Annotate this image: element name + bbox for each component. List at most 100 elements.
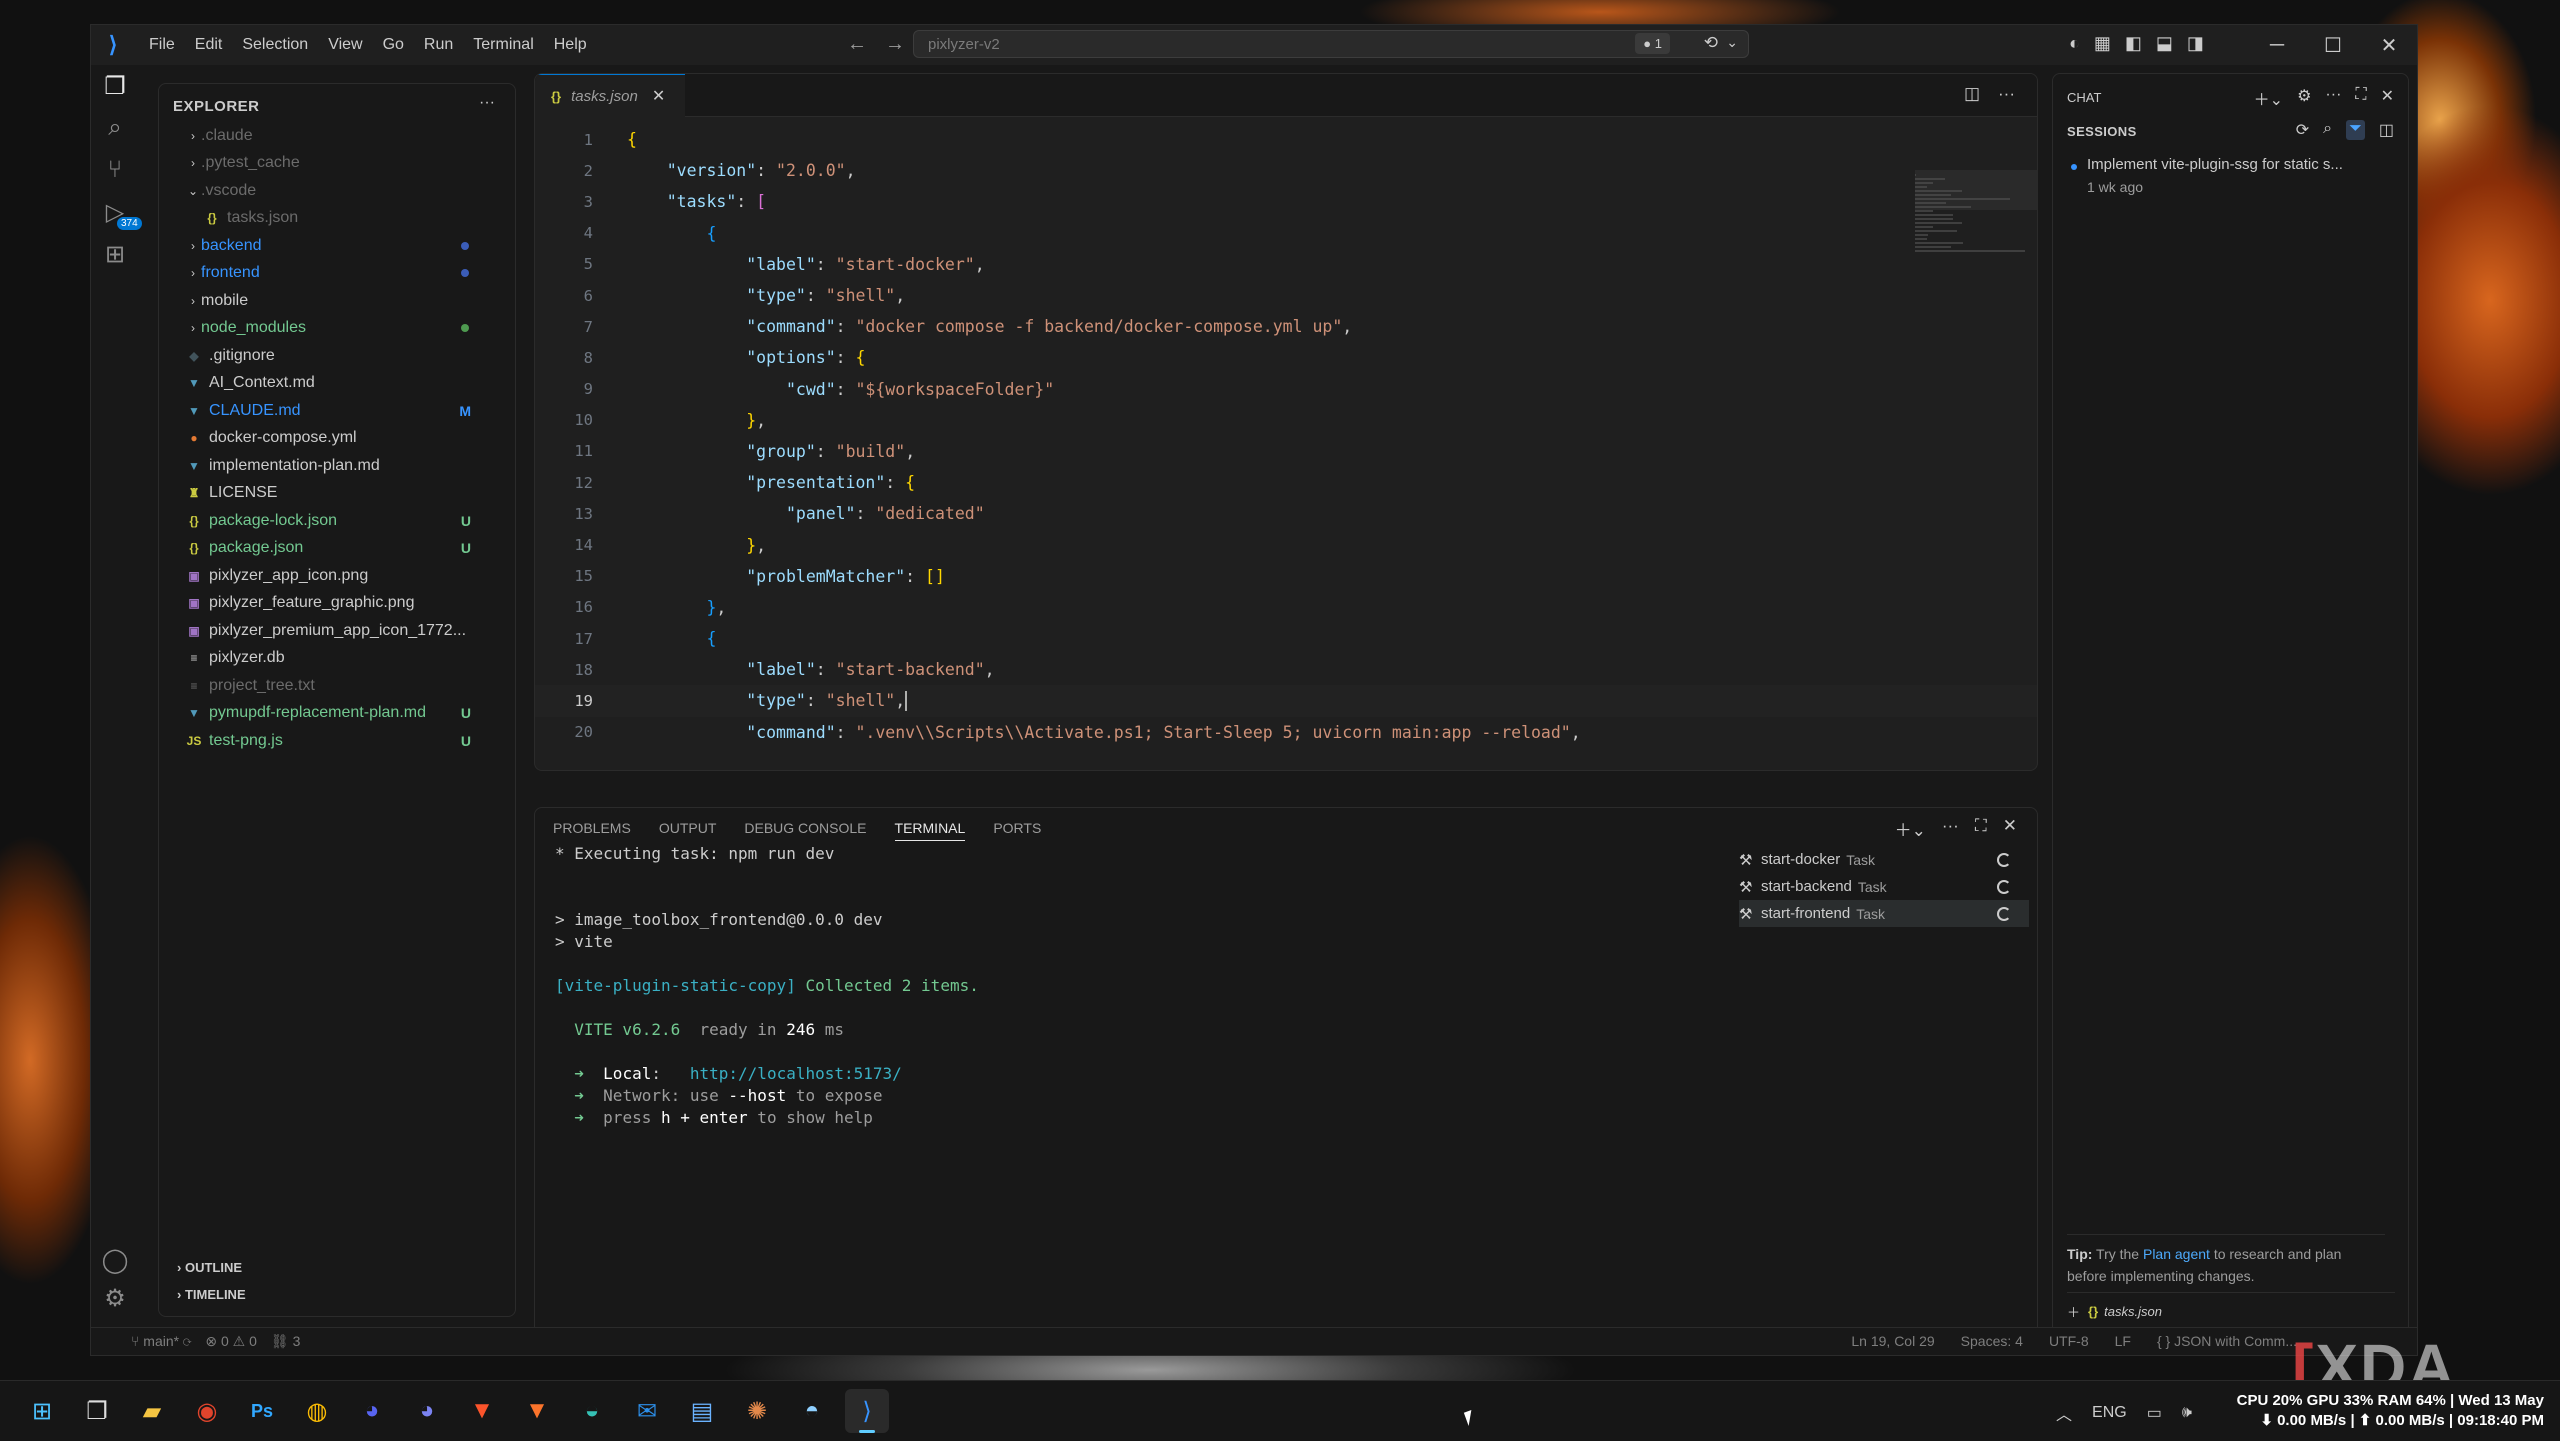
menu-item-terminal[interactable]: Terminal: [465, 32, 541, 58]
cursor-position[interactable]: Ln 19, Col 29: [1851, 1333, 1934, 1349]
file-item[interactable]: {} package-lock.json U: [159, 507, 515, 535]
vscode-taskbar-icon[interactable]: ⟩: [845, 1389, 889, 1433]
file-item[interactable]: ▣ pixlyzer_premium_app_icon_1772...: [159, 617, 515, 645]
ports-status[interactable]: ⛓ 3: [271, 1333, 300, 1350]
panel-more-icon[interactable]: ···: [1942, 816, 1959, 841]
terminal-task-item[interactable]: ⚒ start-frontend Task: [1739, 900, 2029, 927]
language-mode[interactable]: { } JSON with Comm...: [2157, 1333, 2297, 1349]
indentation[interactable]: Spaces: 4: [1961, 1333, 2023, 1349]
folder-item[interactable]: › mobile: [159, 287, 515, 315]
chrome-icon[interactable]: ◍: [295, 1389, 339, 1433]
terminal-task-item[interactable]: ⚒ start-backend Task: [1739, 873, 2029, 900]
encoding[interactable]: UTF-8: [2049, 1333, 2089, 1349]
back-arrow-icon[interactable]: ←: [847, 33, 867, 56]
code-area[interactable]: 1{2 "version": "2.0.0", 3 "tasks": [4 {5 …: [535, 124, 2037, 748]
tab-output[interactable]: OUTPUT: [659, 820, 717, 841]
tab-problems[interactable]: PROBLEMS: [553, 820, 631, 841]
folder-item[interactable]: › frontend: [159, 260, 515, 288]
system-info[interactable]: CPU 20% GPU 33% RAM 64% | Wed 13 May ⬇ 0…: [2237, 1391, 2544, 1431]
command-center-search[interactable]: pixlyzer-v2 ● 1 ⟲ ⌄: [913, 30, 1749, 58]
outlook-icon[interactable]: ✉: [625, 1389, 669, 1433]
file-item[interactable]: JS test-png.js U: [159, 727, 515, 755]
file-item[interactable]: ▼ CLAUDE.md M: [159, 397, 515, 425]
file-item[interactable]: ≡ project_tree.txt: [159, 672, 515, 700]
minimize-button[interactable]: ─: [2249, 25, 2305, 65]
browser-icon[interactable]: ◉: [185, 1389, 229, 1433]
brave-nightly-icon[interactable]: ▼: [515, 1389, 559, 1433]
tab-tasks-json[interactable]: {} tasks.json ✕: [535, 74, 685, 117]
plan-agent-link[interactable]: Plan agent: [2143, 1246, 2210, 1262]
file-item[interactable]: ◆ .gitignore: [159, 342, 515, 370]
editor-more-icon[interactable]: ···: [1998, 84, 2015, 104]
photoshop-icon[interactable]: Ps: [240, 1389, 284, 1433]
file-item[interactable]: ● docker-compose.yml: [159, 425, 515, 453]
file-item[interactable]: ▣ pixlyzer_app_icon.png: [159, 562, 515, 590]
folder-item[interactable]: › .pytest_cache: [159, 150, 515, 178]
close-tab-icon[interactable]: ✕: [652, 86, 665, 106]
edge-icon[interactable]: ◒: [570, 1389, 614, 1433]
menu-item-help[interactable]: Help: [546, 32, 595, 58]
file-item[interactable]: ▼ pymupdf-replacement-plan.md U: [159, 700, 515, 728]
file-item[interactable]: ▼ implementation-plan.md: [159, 452, 515, 480]
forward-arrow-icon[interactable]: →: [885, 33, 905, 56]
account-icon[interactable]: ◯: [91, 1239, 139, 1281]
toggle-secondary-sidebar-icon[interactable]: ◨: [2187, 33, 2204, 54]
file-item[interactable]: ♜ LICENSE: [159, 480, 515, 508]
maximize-panel-icon[interactable]: ⛶: [1975, 816, 1987, 841]
sync-icon[interactable]: ⟲: [1704, 33, 1718, 53]
claude-icon[interactable]: ✺: [735, 1389, 779, 1433]
file-item[interactable]: ▼ AI_Context.md: [159, 370, 515, 398]
menu-item-view[interactable]: View: [320, 32, 370, 58]
copilot-icon[interactable]: ◐: [2069, 33, 2080, 54]
source-control-icon[interactable]: ⑂: [91, 149, 139, 191]
toggle-primary-sidebar-icon[interactable]: ◧: [2125, 33, 2142, 54]
folder-item[interactable]: › backend: [159, 232, 515, 260]
customize-layout-icon[interactable]: ▦: [2094, 33, 2111, 54]
close-chat-icon[interactable]: ✕: [2381, 86, 2394, 110]
file-explorer-icon[interactable]: ▰: [130, 1389, 174, 1433]
new-terminal-icon[interactable]: ＋⌄: [1895, 816, 1926, 841]
menu-item-file[interactable]: File: [141, 32, 183, 58]
maximize-chat-icon[interactable]: ⛶: [2355, 86, 2366, 110]
discord-ptb-icon[interactable]: ◕: [405, 1389, 449, 1433]
menu-item-go[interactable]: Go: [375, 32, 412, 58]
filter-icon[interactable]: ⏷: [2346, 120, 2365, 140]
task-view-icon[interactable]: ❐: [75, 1389, 119, 1433]
explorer-icon[interactable]: ❐: [91, 65, 139, 107]
folder-item[interactable]: › .claude: [159, 122, 515, 150]
menu-item-run[interactable]: Run: [416, 32, 461, 58]
file-item[interactable]: ≡ pixlyzer.db: [159, 645, 515, 673]
context-file[interactable]: tasks.json: [2104, 1304, 2162, 1319]
end-of-line[interactable]: LF: [2115, 1333, 2131, 1349]
sessions-layout-icon[interactable]: ◫: [2379, 120, 2394, 140]
problems-status[interactable]: ⊗ 0 ⚠ 0: [205, 1333, 257, 1350]
add-context-icon[interactable]: ＋: [2067, 1302, 2080, 1321]
extensions-icon[interactable]: ⊞: [91, 233, 139, 275]
toggle-panel-icon[interactable]: ⬓: [2156, 33, 2173, 54]
search-icon[interactable]: ⌕: [91, 107, 139, 149]
search-sessions-icon[interactable]: ⌕: [2323, 120, 2332, 140]
more-actions-icon[interactable]: ···: [479, 94, 495, 112]
file-item[interactable]: {} tasks.json: [159, 205, 515, 233]
menu-item-selection[interactable]: Selection: [234, 32, 316, 58]
tab-debug-console[interactable]: DEBUG CONSOLE: [744, 820, 866, 841]
folder-item[interactable]: ⌄ .vscode: [159, 177, 515, 205]
close-panel-icon[interactable]: ✕: [2003, 816, 2017, 841]
chat-settings-icon[interactable]: ⚙: [2297, 86, 2311, 110]
store-icon[interactable]: ▤: [680, 1389, 724, 1433]
discord-icon[interactable]: ◕: [350, 1389, 394, 1433]
language-indicator[interactable]: ENG: [2092, 1404, 2127, 1422]
folder-item[interactable]: › node_modules: [159, 315, 515, 343]
settings-gear-icon[interactable]: ⚙: [91, 1277, 139, 1319]
file-item[interactable]: ▣ pixlyzer_feature_graphic.png: [159, 590, 515, 618]
new-chat-icon[interactable]: ＋⌄: [2254, 86, 2283, 110]
terminal-task-item[interactable]: ⚒ start-docker Task: [1739, 846, 2029, 873]
file-item[interactable]: {} package.json U: [159, 535, 515, 563]
split-editor-icon[interactable]: ◫: [1964, 84, 1980, 104]
network-icon[interactable]: ▭: [2147, 1403, 2162, 1423]
notification-badge[interactable]: ● 1: [1635, 33, 1670, 54]
timeline-section[interactable]: › TIMELINE: [177, 1287, 246, 1302]
tray-overflow-icon[interactable]: ︿: [2056, 1401, 2072, 1425]
start-menu-icon[interactable]: ⊞: [20, 1389, 64, 1433]
branch-status[interactable]: ⑂ main* ⟳: [131, 1333, 191, 1350]
